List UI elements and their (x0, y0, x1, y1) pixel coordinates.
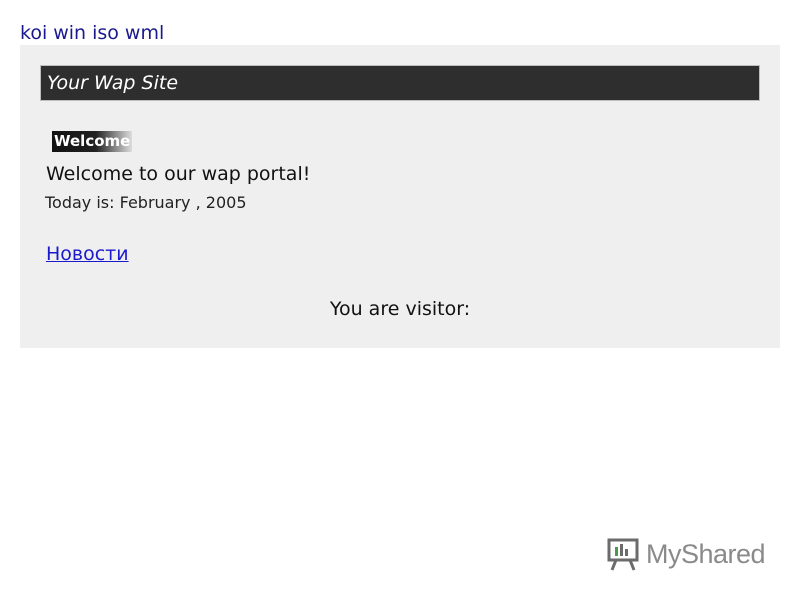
watermark-text: MyShared (646, 538, 766, 569)
date-text: Today is: February , 2005 (45, 193, 247, 212)
encoding-link-win[interactable]: win (53, 22, 86, 44)
site-title: Your Wap Site (40, 65, 760, 101)
encoding-selector: koi win iso wml (20, 22, 170, 44)
myshared-watermark: MyShared (606, 536, 766, 572)
visitor-counter-text: You are visitor: (329, 298, 471, 320)
encoding-link-koi[interactable]: koi (20, 22, 47, 44)
presentation-board-icon (607, 538, 639, 571)
welcome-banner-image: Welcome (52, 131, 132, 152)
encoding-link-wml[interactable]: wml (125, 22, 164, 44)
greeting-text: Welcome to our wap portal! (46, 163, 311, 185)
encoding-link-iso[interactable]: iso (92, 22, 119, 44)
wap-page-panel: Your Wap Site Welcome Welcome to our wap… (20, 45, 780, 348)
news-link[interactable]: Новости (46, 243, 129, 265)
